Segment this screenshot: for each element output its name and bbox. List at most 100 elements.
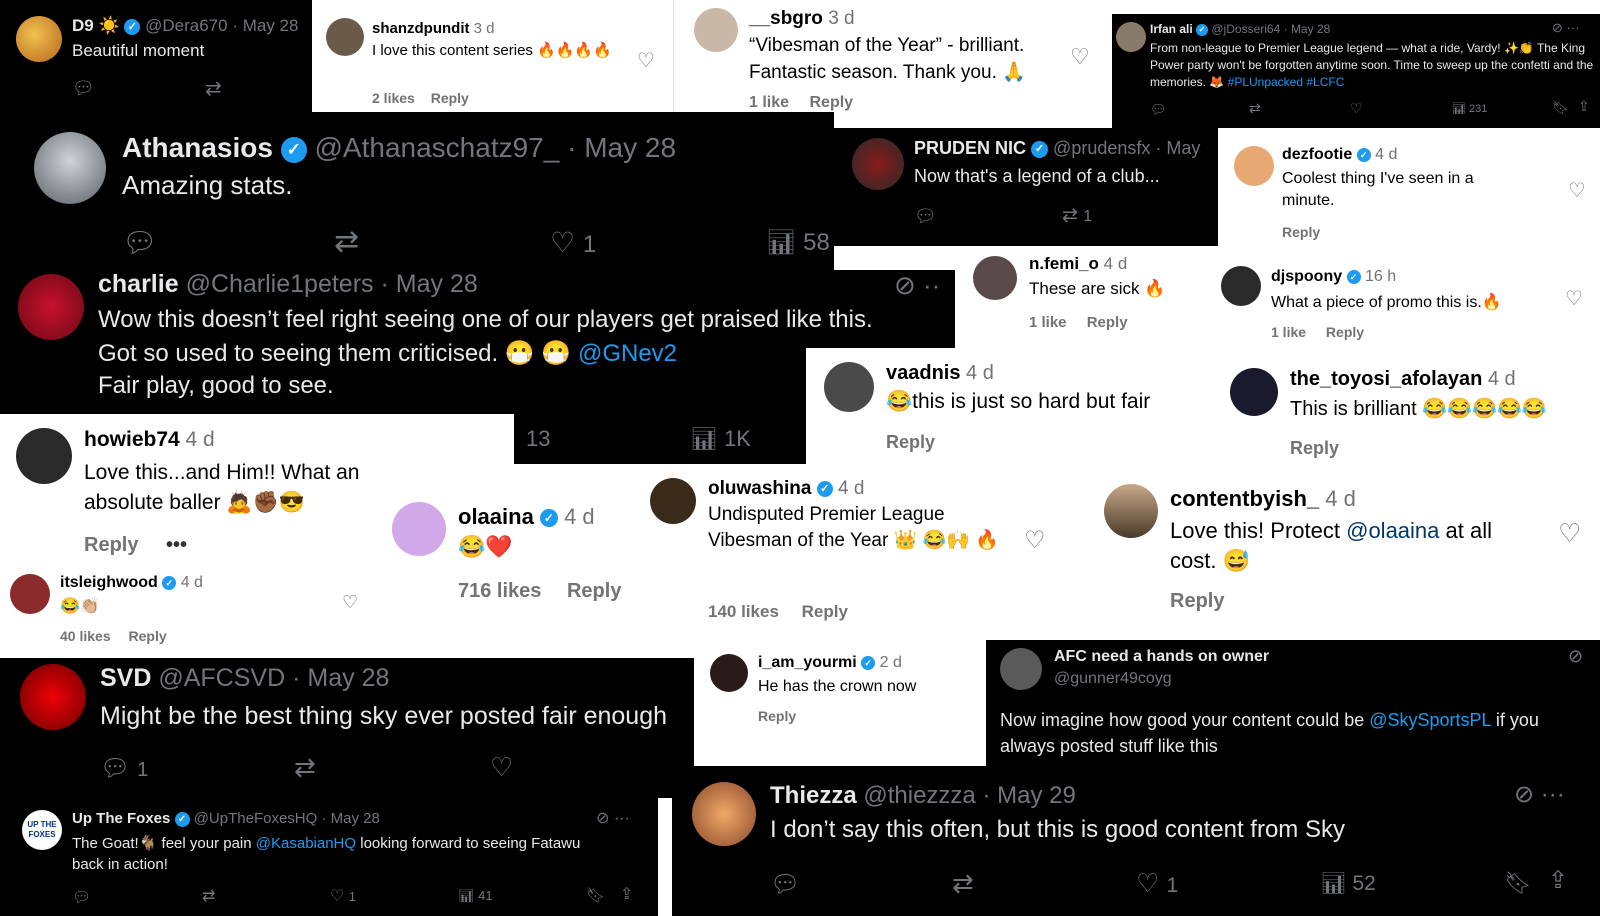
views-icon[interactable]: 📊︎ 1K (690, 426, 751, 452)
avatar[interactable] (10, 574, 50, 614)
author-name[interactable]: Irfan ali (1150, 22, 1193, 36)
like-heart-icon[interactable]: ♡ (1558, 518, 1581, 549)
views-icon[interactable]: 📊︎ 41 (458, 888, 493, 904)
reply-link[interactable]: Reply (84, 534, 138, 556)
avatar[interactable] (34, 132, 106, 204)
reply-link[interactable]: Reply (886, 432, 935, 453)
reply-link[interactable]: Reply (802, 602, 848, 621)
avatar[interactable] (1221, 266, 1261, 306)
avatar[interactable] (973, 256, 1017, 300)
like-heart-icon[interactable]: ♡ (1568, 178, 1586, 203)
retweet-icon[interactable]: ⇄ 1 (1062, 204, 1092, 227)
author-handle[interactable]: @UpTheFoxesHQ (194, 810, 318, 827)
mention-link[interactable]: @GNev2 (578, 340, 677, 367)
avatar[interactable] (1116, 22, 1146, 52)
avatar[interactable] (824, 362, 874, 412)
avatar[interactable] (18, 274, 84, 340)
views-icon[interactable]: 📊︎ 52 (1320, 872, 1376, 896)
author-name[interactable]: SVD (100, 664, 151, 692)
retweet-icon[interactable]: ⇄ (202, 886, 215, 906)
more-options-icon[interactable]: ••• (166, 534, 187, 556)
share-icon[interactable]: ⇪ (620, 884, 633, 904)
avatar[interactable] (692, 782, 756, 846)
reply-link[interactable]: Reply (431, 90, 469, 106)
author-name[interactable]: itsleighwood (60, 574, 158, 591)
reply-link[interactable]: Reply (567, 580, 621, 602)
bookmark-icon[interactable]: 🔖︎ (1552, 100, 1569, 116)
reply-icon[interactable]: 💬︎ (72, 888, 91, 906)
author-name[interactable]: vaadnis (886, 362, 960, 384)
retweet-icon[interactable]: ⇄ (334, 224, 359, 259)
reply-link[interactable]: Reply (758, 708, 796, 724)
grok-icon[interactable]: ⊘ ·· (894, 270, 940, 301)
retweet-icon[interactable]: ⇄ (952, 868, 974, 899)
reply-link[interactable]: Reply (1326, 324, 1364, 340)
like-icon[interactable]: ♡ 1 (330, 886, 356, 906)
author-name[interactable]: i_am_yourmi (758, 654, 857, 671)
author-name[interactable]: __sbgro (749, 8, 823, 29)
bookmark-icon[interactable]: 🔖︎ (1504, 870, 1532, 896)
like-heart-icon[interactable]: ♡ (342, 592, 358, 613)
share-icon[interactable]: ⇪ (1548, 866, 1568, 895)
avatar[interactable] (1104, 484, 1158, 538)
grok-icon[interactable]: ⊘ ··· (1514, 780, 1565, 809)
mention-link[interactable]: @SkySportsPL (1369, 710, 1491, 730)
avatar[interactable] (710, 654, 748, 692)
avatar[interactable] (16, 16, 62, 62)
reply-icon[interactable]: 💬︎ (770, 870, 800, 899)
reply-link[interactable]: Reply (1290, 438, 1339, 459)
author-handle[interactable]: @gunner49coyg (1054, 670, 1172, 688)
author-name[interactable]: PRUDEN NIC (914, 138, 1026, 158)
foxes-logo[interactable]: UP THE FOXES (22, 810, 62, 850)
author-handle[interactable]: @thiezzza (863, 782, 975, 809)
author-name[interactable]: Up The Foxes (72, 810, 170, 827)
like-icon[interactable]: ♡ 1 (550, 226, 596, 259)
retweet-icon[interactable]: ⇄ (205, 76, 222, 101)
avatar[interactable] (694, 8, 738, 52)
reply-link[interactable]: Reply (1087, 314, 1128, 331)
author-name[interactable]: D9 (72, 16, 94, 35)
author-name[interactable]: shanzdpundit (372, 20, 470, 37)
hashtags[interactable]: #PLUnpacked #LCFC (1228, 75, 1345, 89)
views-icon[interactable]: 📊︎ 58 (766, 228, 830, 257)
author-name[interactable]: charlie (98, 270, 179, 298)
avatar[interactable] (1230, 368, 1278, 416)
reply-icon[interactable]: 💬︎ (914, 206, 937, 227)
bookmark-icon[interactable]: 🔖︎ (586, 886, 605, 904)
author-name[interactable]: howieb74 (84, 428, 180, 451)
author-name[interactable]: oluwashina (708, 478, 811, 499)
author-handle[interactable]: @Charlie1peters (186, 270, 374, 298)
avatar[interactable] (650, 478, 696, 524)
mention-link[interactable]: @olaaina (1346, 518, 1439, 543)
reply-link[interactable]: Reply (1170, 590, 1224, 613)
reply-link[interactable]: Reply (809, 94, 853, 111)
author-handle[interactable]: @Athanaschatz97_ (315, 132, 560, 163)
like-heart-icon[interactable]: ♡ (637, 48, 655, 73)
avatar[interactable] (1000, 648, 1042, 690)
reply-icon[interactable]: 💬︎ (72, 78, 95, 99)
grok-icon[interactable]: ⊘ ··· (1552, 20, 1580, 36)
like-icon[interactable]: ♡ (490, 752, 513, 783)
reply-link[interactable]: Reply (129, 628, 167, 644)
avatar[interactable] (392, 502, 446, 556)
author-name[interactable]: contentbyish_ (1170, 486, 1319, 511)
author-handle[interactable]: @jDosseri64 (1211, 22, 1280, 36)
author-handle[interactable]: @prudensfx (1053, 138, 1150, 158)
author-name[interactable]: dezfootie (1282, 146, 1352, 163)
reply-link[interactable]: Reply (1282, 224, 1320, 240)
avatar[interactable] (20, 664, 86, 730)
reply-icon[interactable]: 💬︎ (1150, 102, 1167, 118)
author-name[interactable]: Athanasios (122, 132, 273, 163)
grok-icon[interactable]: ⊘ ··· (596, 808, 630, 828)
like-icon[interactable]: ♡ (1350, 100, 1363, 117)
avatar[interactable] (16, 428, 72, 484)
mention-link[interactable]: @KasabianHQ (256, 835, 356, 852)
avatar[interactable] (326, 18, 364, 56)
author-handle[interactable]: @Dera670 (145, 16, 227, 35)
retweet-icon[interactable]: ⇄ (294, 752, 316, 783)
reply-icon[interactable]: 💬︎ (122, 226, 158, 259)
like-heart-icon[interactable]: ♡ (1565, 286, 1583, 311)
share-icon[interactable]: ⇪ (1578, 98, 1590, 115)
author-name[interactable]: olaaina (458, 504, 534, 529)
views-icon[interactable]: 📊︎ 231 (1452, 102, 1487, 115)
